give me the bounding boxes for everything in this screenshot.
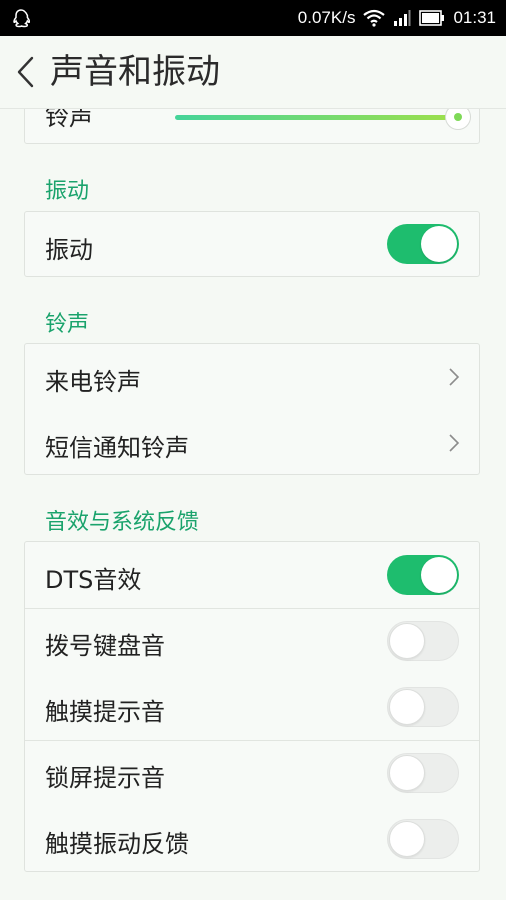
sms-notification-ringtone-label: 短信通知铃声 xyxy=(45,434,189,462)
touch-sound-row[interactable]: 触摸提示音 xyxy=(25,674,479,740)
section-header-vibration: 振动 xyxy=(45,179,90,204)
section-header-effects: 音效与系统反馈 xyxy=(45,510,200,535)
vibrate-row[interactable]: 振动 xyxy=(25,212,479,278)
haptic-feedback-toggle[interactable] xyxy=(387,819,459,859)
incoming-call-ringtone-label: 来电铃声 xyxy=(45,368,141,396)
status-bar: 0.07K/s 01:31 xyxy=(0,0,506,36)
vibrate-toggle[interactable] xyxy=(387,224,459,264)
dts-effect-row[interactable]: DTS音效 xyxy=(25,542,479,608)
haptic-feedback-label: 触摸振动反馈 xyxy=(45,830,189,858)
chevron-left-icon xyxy=(17,56,34,88)
lock-screen-sound-toggle[interactable] xyxy=(387,753,459,793)
dts-effect-toggle[interactable] xyxy=(387,555,459,595)
battery-icon xyxy=(419,10,445,26)
incoming-call-ringtone-row[interactable]: 来电铃声 xyxy=(25,344,479,410)
chevron-right-icon xyxy=(449,368,460,386)
ringtones-card: 来电铃声 短信通知铃声 xyxy=(24,343,480,475)
clock: 01:31 xyxy=(453,8,496,27)
page-title: 声音和振动 xyxy=(50,52,220,92)
dialpad-tone-label: 拨号键盘音 xyxy=(45,632,165,660)
dialpad-tone-row[interactable]: 拨号键盘音 xyxy=(25,608,479,674)
vibrate-label: 振动 xyxy=(45,236,93,264)
lock-screen-sound-row[interactable]: 锁屏提示音 xyxy=(25,740,479,806)
dts-effect-label: DTS音效 xyxy=(45,566,142,594)
qq-icon xyxy=(13,9,30,28)
wifi-icon xyxy=(363,9,386,27)
ringtone-volume-track[interactable] xyxy=(175,115,457,120)
vibration-card: 振动 xyxy=(24,211,480,277)
sms-notification-ringtone-row[interactable]: 短信通知铃声 xyxy=(25,410,479,476)
touch-sound-toggle[interactable] xyxy=(387,687,459,727)
haptic-feedback-row[interactable]: 触摸振动反馈 xyxy=(25,806,479,872)
lock-screen-sound-label: 锁屏提示音 xyxy=(45,764,165,792)
section-header-ringtones: 铃声 xyxy=(45,312,90,337)
back-button[interactable] xyxy=(10,52,44,92)
signal-icon xyxy=(394,10,411,26)
touch-sound-label: 触摸提示音 xyxy=(45,698,165,726)
app-bar: 声音和振动 xyxy=(0,36,506,109)
dialpad-tone-toggle[interactable] xyxy=(387,621,459,661)
chevron-right-icon xyxy=(449,434,460,452)
network-speed: 0.07K/s xyxy=(297,8,356,27)
effects-card: DTS音效 拨号键盘音 触摸提示音 锁屏提示音 触摸振动反馈 xyxy=(24,541,480,872)
